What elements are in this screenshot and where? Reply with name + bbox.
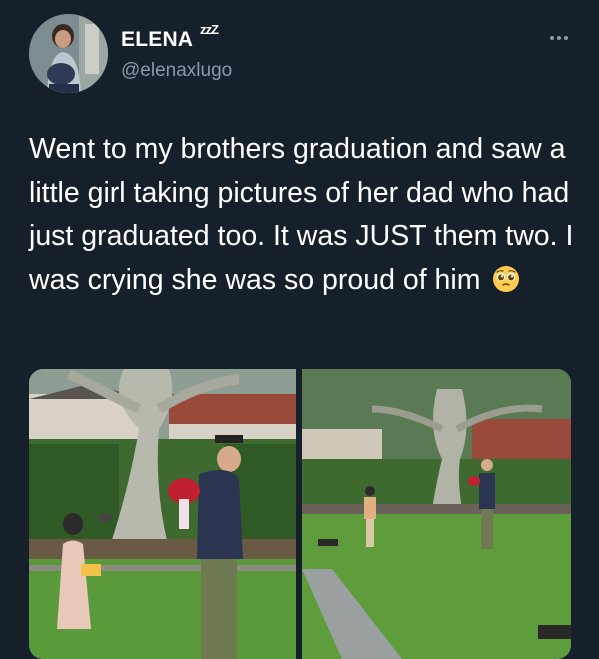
display-name[interactable]: ELENA	[121, 28, 193, 52]
photo-left[interactable]	[29, 369, 296, 659]
dot	[557, 36, 561, 40]
sleeping-emoji: zzZ	[200, 22, 219, 37]
more-horizontal-icon[interactable]	[542, 28, 576, 48]
avatar-image	[29, 14, 108, 93]
pleading-face-icon	[493, 265, 520, 292]
tweet-media	[29, 369, 571, 659]
photo-right[interactable]	[302, 369, 571, 659]
tweet-text-container: Went to my brothers graduation and saw a…	[29, 128, 589, 302]
dot	[550, 36, 554, 40]
graduation-photo-girl-and-dad	[29, 369, 296, 659]
avatar[interactable]	[29, 14, 108, 93]
user-handle[interactable]: @elenaxlugo	[121, 60, 232, 82]
graduation-photo-wide-shot	[302, 369, 571, 659]
dot	[564, 36, 568, 40]
